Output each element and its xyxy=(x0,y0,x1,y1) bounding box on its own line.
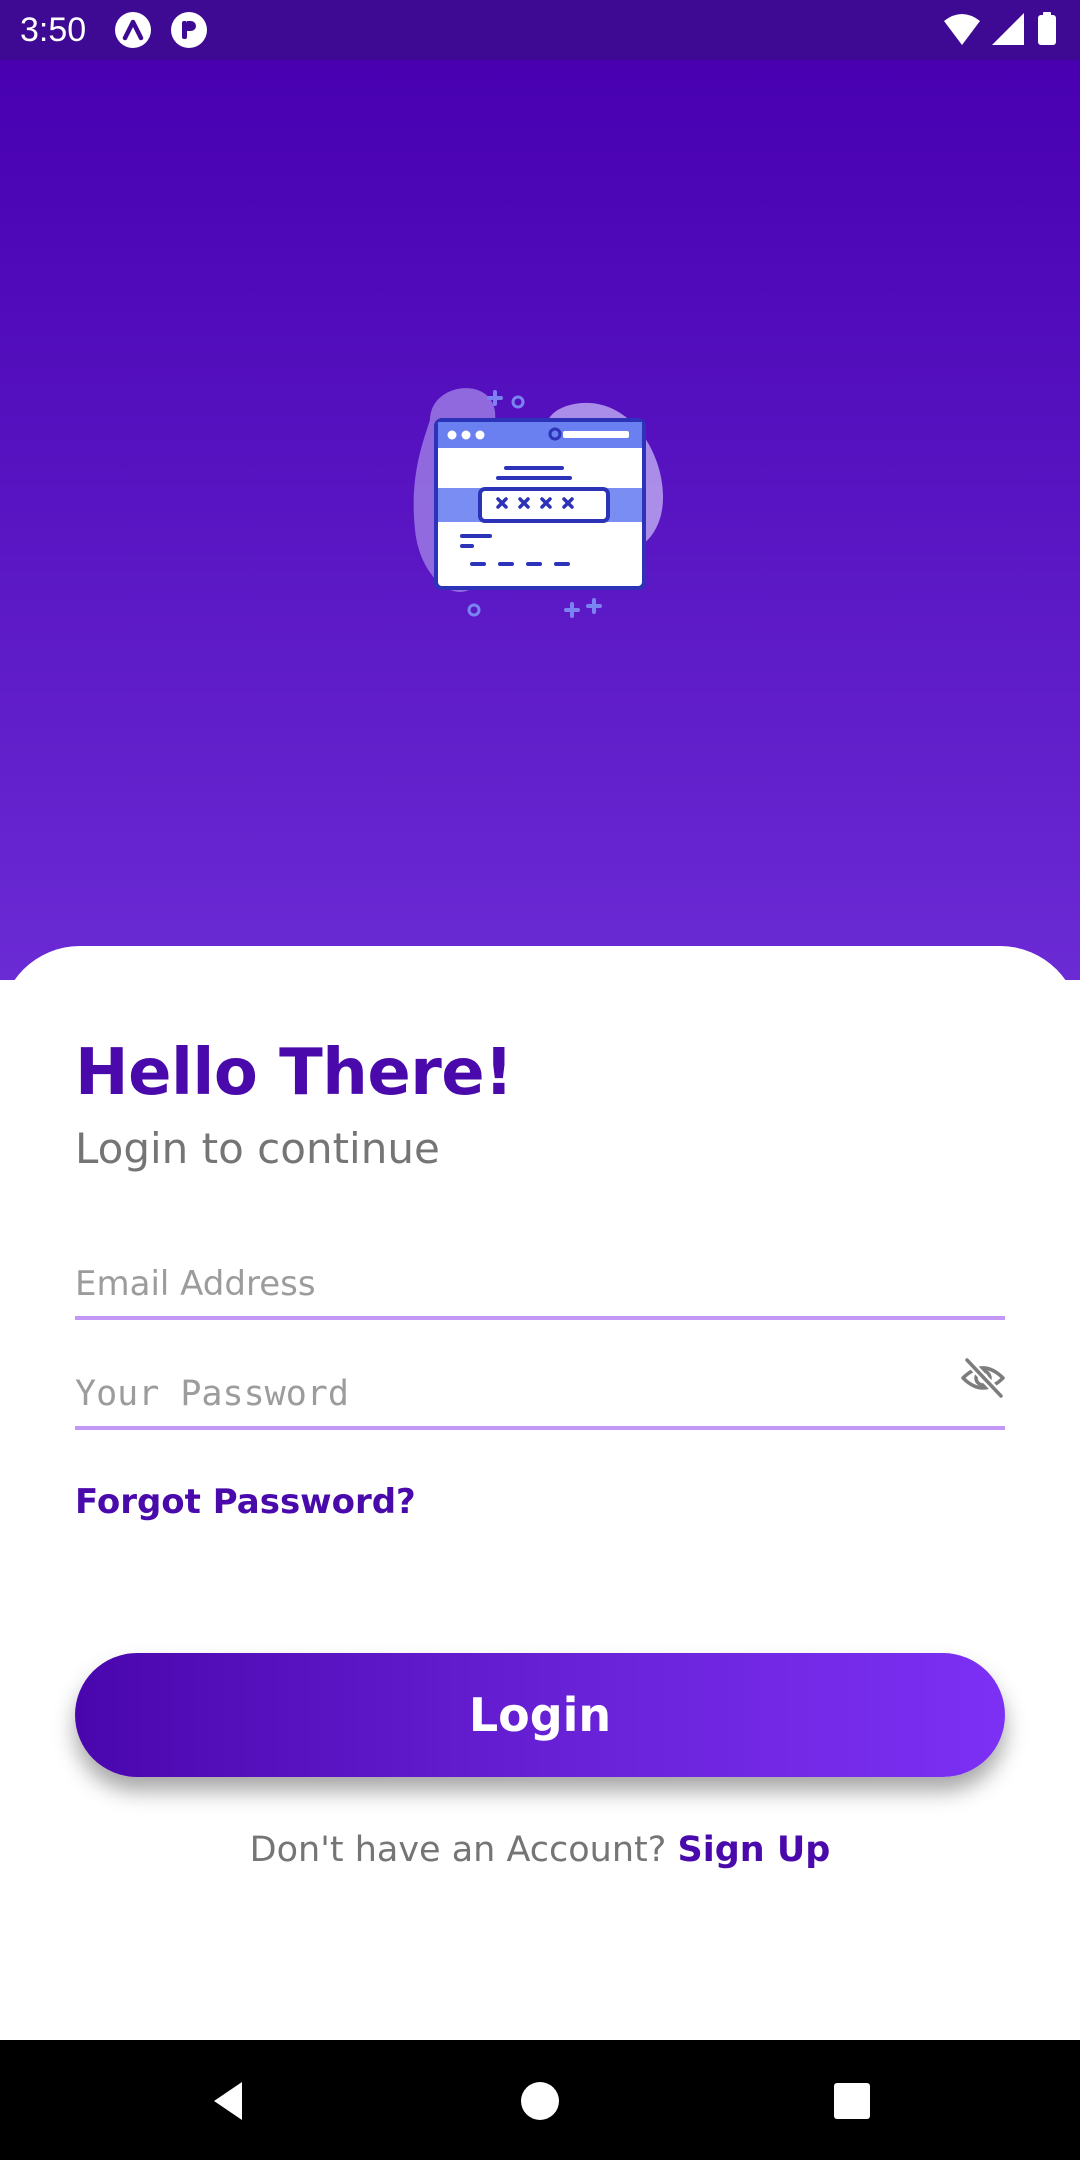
recents-icon[interactable] xyxy=(827,2076,877,2126)
signup-row: Don't have an Account? Sign Up xyxy=(0,1830,1080,1870)
eye-off-icon[interactable] xyxy=(959,1356,1007,1400)
home-icon[interactable] xyxy=(515,2076,565,2126)
app-icon-b xyxy=(171,12,207,48)
signal-icon xyxy=(992,13,1024,45)
navigation-bar xyxy=(0,2040,1080,2160)
status-bar: 3:50 xyxy=(0,0,1080,60)
password-field[interactable]: Your Password xyxy=(75,1356,1005,1430)
sign-up-link[interactable]: Sign Up xyxy=(677,1830,830,1870)
password-placeholder: Your Password xyxy=(75,1374,349,1414)
battery-icon xyxy=(1038,15,1056,45)
status-icons xyxy=(944,12,1056,45)
app-icon-a xyxy=(115,12,151,48)
wifi-icon xyxy=(944,14,980,45)
page-subtitle: Login to continue xyxy=(75,1124,440,1173)
email-placeholder: Email Address xyxy=(75,1264,316,1304)
email-field[interactable]: Email Address xyxy=(75,1250,1005,1320)
forgot-password-link[interactable]: Forgot Password? xyxy=(75,1482,416,1522)
page-title: Hello There! xyxy=(75,1036,513,1110)
login-screen: 3:50 Hello There! Login to continue Emai… xyxy=(0,0,1080,2160)
signup-prompt: Don't have an Account? xyxy=(249,1830,667,1870)
status-time: 3:50 xyxy=(20,11,87,49)
back-icon[interactable] xyxy=(204,2076,254,2126)
browser-login-illustration xyxy=(413,388,664,618)
login-button[interactable]: Login xyxy=(75,1653,1005,1777)
hero-banner xyxy=(0,60,1080,980)
